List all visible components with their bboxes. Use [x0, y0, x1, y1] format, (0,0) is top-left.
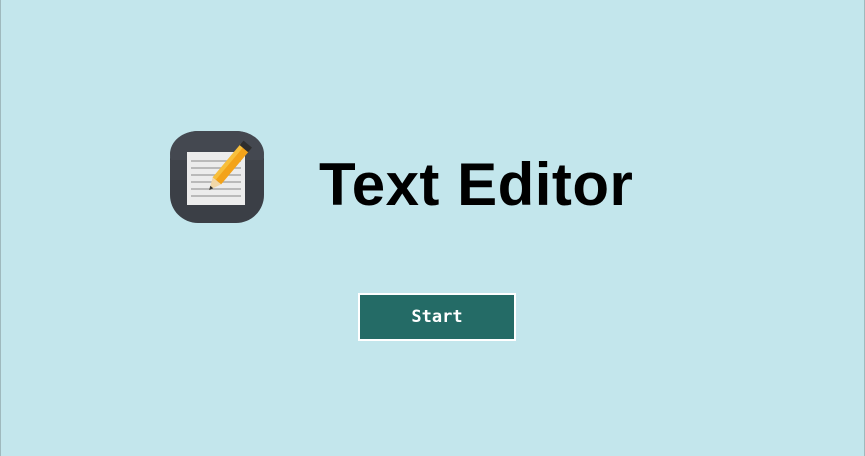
app-title: Text Editor — [319, 151, 634, 218]
app-window: Text Editor Start — [0, 0, 865, 456]
start-button[interactable]: Start — [358, 293, 516, 341]
notepad-pencil-icon — [169, 130, 265, 224]
